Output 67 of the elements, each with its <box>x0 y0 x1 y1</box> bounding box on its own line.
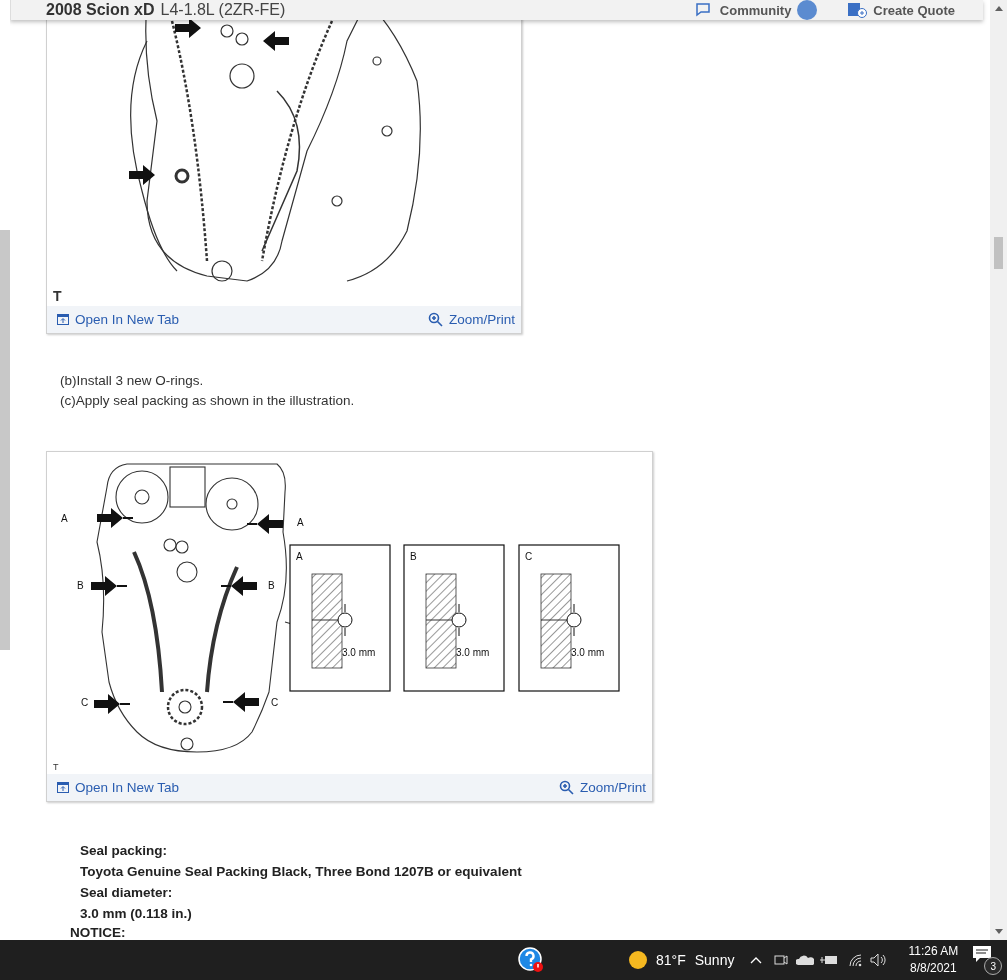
pointer-arrow <box>231 576 257 596</box>
seal-line <box>122 517 134 519</box>
scroll-thumb[interactable] <box>994 237 1003 269</box>
speaker-icon[interactable] <box>870 953 889 967</box>
figure-mark: T <box>53 288 62 304</box>
quote-icon <box>847 2 868 18</box>
detail-label: A <box>296 551 303 562</box>
notification-icon <box>972 945 993 963</box>
seal-line <box>116 585 128 587</box>
help-icon[interactable] <box>518 947 544 973</box>
sun-icon <box>628 950 648 970</box>
instruction-step: (b)Install 3 new O-rings. <box>60 371 990 391</box>
notification-count: 3 <box>984 957 1003 975</box>
pointer-arrow <box>257 514 283 534</box>
scrollbar[interactable] <box>990 0 1007 940</box>
spec-line: Toyota Genuine Seal Packing Black, Three Bond 1207B or equivalent <box>80 863 523 881</box>
pointer-arrow <box>233 692 259 712</box>
dimension-label: 3.0 mm <box>456 647 490 658</box>
callout-label: A <box>61 513 68 524</box>
spec-line: Seal diameter: <box>80 884 174 902</box>
zoom-print-link[interactable]: Zoom/Print <box>558 780 646 795</box>
callout-label: C <box>271 697 279 708</box>
seal-line <box>119 703 131 705</box>
new-tab-icon <box>57 314 69 325</box>
callout-label: B <box>268 580 275 591</box>
callout-label: B <box>77 580 84 591</box>
zoom-in-icon <box>427 312 443 327</box>
zoom-in-icon <box>558 780 574 795</box>
community-link[interactable]: Community <box>719 2 792 18</box>
zoom-print-link[interactable]: Zoom/Print <box>427 312 515 327</box>
open-in-new-tab-link[interactable]: Open In New Tab <box>57 780 180 795</box>
detail-label: B <box>410 551 417 562</box>
time-text: 11:26 AM <box>908 943 959 960</box>
battery-icon[interactable] <box>820 955 839 965</box>
engine-subtitle: L4-1.8L (2ZR-FE) <box>160 1 286 19</box>
clock[interactable]: 11:26 AM 8/8/2021 <box>908 943 959 977</box>
temperature-text: 81°F <box>656 952 686 968</box>
figure-mark: T <box>53 762 59 772</box>
pointer-arrow <box>263 31 289 51</box>
pointer-arrow <box>94 694 120 714</box>
pointer-arrow <box>175 18 201 38</box>
chevron-up-icon[interactable] <box>750 956 763 964</box>
instruction-step: (c)Apply seal packing as shown in the illustration. <box>60 391 990 411</box>
camera-icon[interactable] <box>774 952 789 968</box>
count-badge <box>797 0 818 20</box>
spec-line: Seal packing: <box>80 842 169 860</box>
weather-text: Sunny <box>694 952 735 968</box>
pointer-arrow <box>97 508 123 528</box>
open-in-new-tab-link[interactable]: Open In New Tab <box>57 312 180 327</box>
callout-label: A <box>297 517 304 528</box>
notice-heading: NOTICE: <box>70 924 127 940</box>
seal-line <box>220 585 232 587</box>
pointer-arrow <box>91 576 117 596</box>
dimension-label: 3.0 mm <box>571 647 605 658</box>
new-tab-icon <box>57 782 69 793</box>
callout-label: C <box>81 697 89 708</box>
dimension-label: 3.0 mm <box>342 647 376 658</box>
seal-line <box>246 523 258 525</box>
spec-line: 3.0 mm (0.118 in.) <box>80 905 193 923</box>
seal-line <box>222 701 234 703</box>
pointer-arrow <box>129 165 155 185</box>
create-quote-link[interactable]: Create Quote <box>873 2 955 18</box>
notification-button[interactable]: 3 <box>972 945 999 975</box>
vehicle-title: 2008 Scion xD <box>46 1 155 19</box>
detail-label: C <box>525 551 533 562</box>
date-text: 8/8/2021 <box>910 960 957 977</box>
cloud-icon[interactable] <box>796 955 815 965</box>
